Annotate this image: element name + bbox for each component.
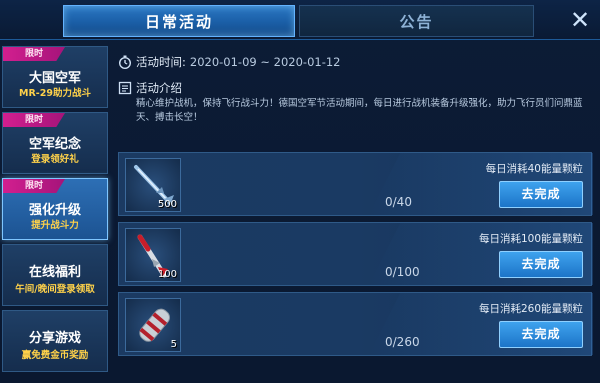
sidebar-item-title: 分享游戏: [28, 331, 81, 346]
sidebar-item-share[interactable]: 分享游戏 赢免费金币奖励: [2, 310, 108, 372]
task-row: 500 0/40 每日消耗40能量颗粒 去完成: [118, 152, 593, 216]
task-description: 每日消耗40能量颗粒: [485, 163, 583, 175]
sidebar-item-subtitle: 午间/晚间登录领取: [15, 284, 95, 295]
item-slot[interactable]: 500: [125, 158, 181, 212]
activity-intro-label: 活动介绍: [136, 81, 182, 95]
item-slot[interactable]: 5: [125, 298, 181, 352]
sidebar-item-title: 大国空军: [28, 71, 81, 86]
activity-time-label: 活动时间:: [136, 55, 186, 69]
go-complete-button[interactable]: 去完成: [499, 181, 583, 208]
task-row: 100 0/100 每日消耗100能量颗粒 去完成: [118, 222, 593, 286]
sidebar-item-title: 在线福利: [28, 265, 81, 280]
tab-notice[interactable]: 公告: [299, 5, 534, 37]
limited-tag: 限时: [3, 179, 65, 193]
sidebar-item-subtitle: MR-29助力战斗: [19, 88, 91, 99]
sidebar: 限时 大国空军 MR-29助力战斗 限时 空军纪念 登录领好礼 限时 强化升级 …: [0, 44, 110, 383]
sidebar-item-commemoration[interactable]: 限时 空军纪念 登录领好礼: [2, 112, 108, 174]
sidebar-item-upgrade[interactable]: 限时 强化升级 提升战斗力: [2, 178, 108, 240]
close-icon: ✕: [569, 6, 591, 34]
sidebar-item-title: 强化升级: [28, 203, 81, 218]
sidebar-item-subtitle: 提升战斗力: [31, 220, 79, 231]
sidebar-item-air-force[interactable]: 限时 大国空军 MR-29助力战斗: [2, 46, 108, 108]
task-row: 5 0/260 每日消耗260能量颗粒 去完成: [118, 292, 593, 356]
sidebar-item-title: 空军纪念: [28, 137, 81, 152]
item-count: 100: [157, 269, 177, 280]
event-panel: 日常活动 公告 ✕ 限时 大国空军 MR-29助力战斗 限时 空军纪念 登录领好…: [0, 0, 600, 383]
task-progress: 0/40: [385, 195, 412, 209]
sidebar-item-online-bonus[interactable]: 在线福利 午间/晚间登录领取: [2, 244, 108, 306]
activity-intro-heading: 活动介绍: [118, 80, 182, 96]
item-count: 5: [170, 339, 177, 350]
task-progress: 0/100: [385, 265, 420, 279]
item-slot[interactable]: 100: [125, 228, 181, 282]
limited-tag: 限时: [3, 113, 65, 127]
tab-daily-activity[interactable]: 日常活动: [63, 5, 295, 37]
close-button[interactable]: ✕: [566, 6, 594, 34]
go-complete-button[interactable]: 去完成: [499, 321, 583, 348]
sidebar-item-subtitle: 赢免费金币奖励: [21, 350, 89, 361]
task-description: 每日消耗260能量颗粒: [478, 303, 583, 315]
activity-time-value: 2020-01-09 ~ 2020-01-12: [189, 55, 341, 69]
go-complete-button[interactable]: 去完成: [499, 251, 583, 278]
tab-bar: 日常活动 公告 ✕: [0, 0, 600, 40]
activity-intro-text: 精心维护战机，保持飞行战斗力！德国空军节活动期间，每日进行战机装备升级强化，助力…: [136, 98, 583, 123]
sidebar-item-subtitle: 登录领好礼: [31, 154, 79, 165]
item-count: 500: [157, 199, 177, 210]
activity-time: 活动时间: 2020-01-09 ~ 2020-01-12: [118, 54, 341, 70]
task-progress: 0/260: [385, 335, 420, 349]
task-description: 每日消耗100能量颗粒: [478, 233, 583, 245]
limited-tag: 限时: [3, 47, 65, 61]
document-icon: [118, 81, 132, 95]
stopwatch-icon: [119, 55, 131, 69]
